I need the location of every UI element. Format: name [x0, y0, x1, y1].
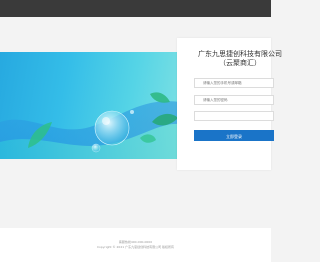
- hero-banner: [0, 52, 180, 159]
- company-name: 广东九思捷创科技有限公司 （云聚商汇）: [195, 50, 285, 68]
- leaf-right-top: [150, 92, 170, 103]
- glass-bubble-tiny: [130, 110, 134, 114]
- login-panel: 广东九思捷创科技有限公司 （云聚商汇） 立即登录: [177, 38, 282, 170]
- username-input[interactable]: [194, 78, 274, 88]
- footer-hotline: 客服热线400-000-0000: [118, 240, 153, 244]
- verification-code-input[interactable]: [194, 111, 274, 121]
- bubble-highlight: [102, 117, 110, 125]
- top-header-bar: [0, 0, 271, 17]
- glass-bubble-small: [91, 143, 101, 153]
- password-input[interactable]: [194, 95, 274, 105]
- banner-illustration: [0, 92, 180, 159]
- page-footer: 客服热线400-000-0000 Copyright © 2021 广东九思捷创…: [0, 228, 271, 262]
- footer-copyright: Copyright © 2021 广东九思捷创科技有限公司 版权所有: [96, 245, 175, 249]
- glass-bubble-large: [94, 110, 130, 146]
- company-name-line1: 广东九思捷创科技有限公司: [198, 50, 282, 58]
- login-button[interactable]: 立即登录: [194, 130, 274, 141]
- company-name-line2: （云聚商汇）: [219, 59, 261, 67]
